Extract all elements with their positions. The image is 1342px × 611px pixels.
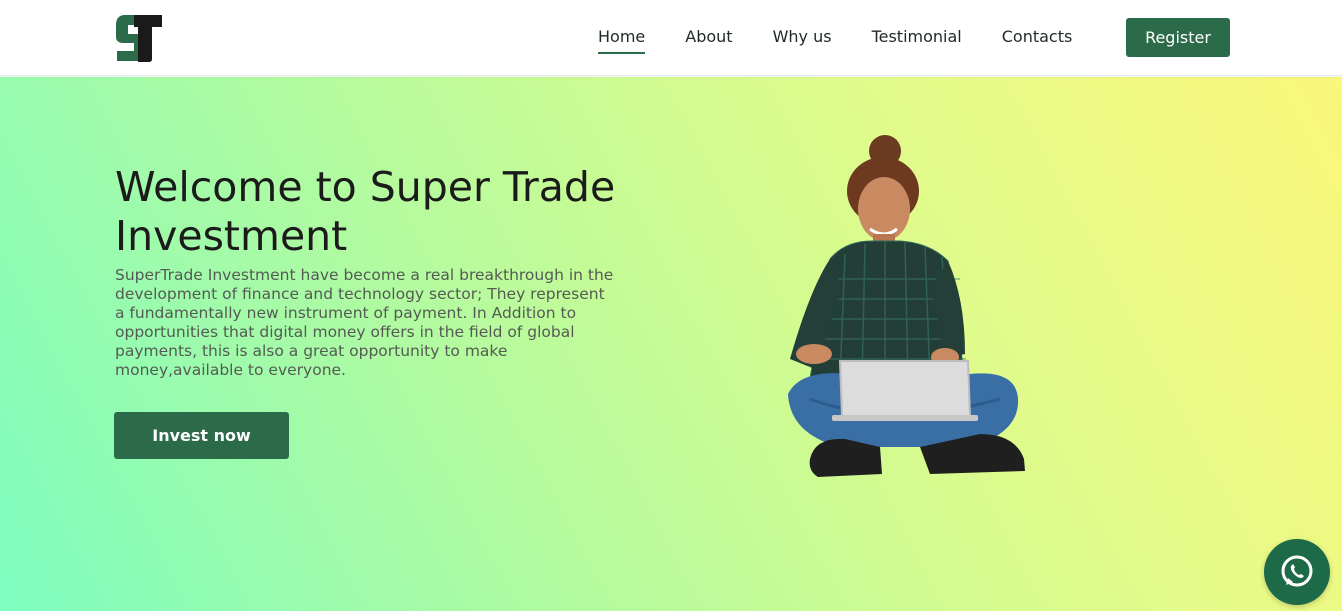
nav-about[interactable]: About xyxy=(685,26,732,54)
hero-section: Welcome to Super Trade Investment SuperT… xyxy=(0,77,1342,611)
whatsapp-chat-button[interactable] xyxy=(1264,539,1330,605)
nav-contacts[interactable]: Contacts xyxy=(1002,26,1073,54)
main-nav: Home About Why us Testimonial Contacts xyxy=(598,26,1072,54)
hero-description: SuperTrade Investment have become a real… xyxy=(115,266,614,379)
woman-with-laptop-illustration xyxy=(788,135,1025,477)
nav-why-us[interactable]: Why us xyxy=(773,26,832,54)
invest-now-button[interactable]: Invest now xyxy=(114,412,289,459)
st-logo-icon[interactable] xyxy=(114,13,164,63)
register-button[interactable]: Register xyxy=(1126,18,1230,57)
nav-testimonial[interactable]: Testimonial xyxy=(872,26,962,54)
hero-title: Welcome to Super Trade Investment xyxy=(115,163,616,260)
whatsapp-icon xyxy=(1281,555,1313,587)
nav-home[interactable]: Home xyxy=(598,26,646,54)
navbar: Home About Why us Testimonial Contacts R… xyxy=(0,0,1342,76)
